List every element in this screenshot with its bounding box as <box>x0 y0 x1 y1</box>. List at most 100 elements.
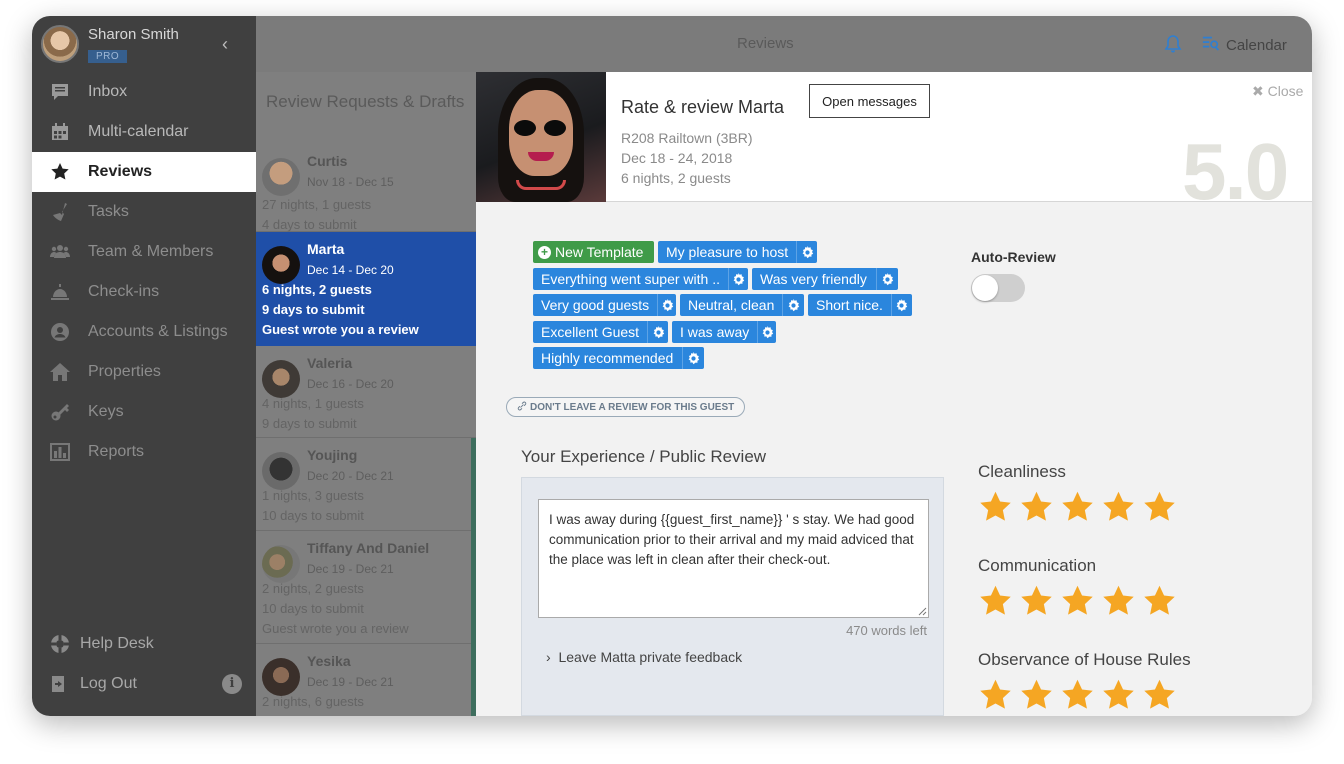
sidebar-item-reviews[interactable]: Reviews <box>32 152 256 192</box>
calendar-label: Calendar <box>1226 36 1287 54</box>
sidebar-item-label: Properties <box>88 363 161 380</box>
gear-icon[interactable] <box>647 321 668 343</box>
sidebar-item-keys[interactable]: Keys <box>32 392 256 432</box>
list-item[interactable]: Valeria Dec 16 - Dec 20 4 nights, 1 gues… <box>256 346 476 438</box>
sidebar-item-check-ins[interactable]: Check-ins <box>32 272 256 312</box>
gear-icon[interactable] <box>757 321 776 343</box>
gear-icon[interactable] <box>890 294 912 316</box>
gear-icon[interactable] <box>876 268 898 290</box>
star-icon[interactable] <box>978 490 1013 525</box>
stay-dates: Dec 19 - Dec 21 <box>307 562 394 576</box>
sidebar: Sharon Smith PRO ‹ Inbox Multi-calendar … <box>32 16 256 716</box>
new-template-button[interactable]: + New Template <box>533 241 654 263</box>
guest-name: Yesika <box>307 653 351 669</box>
template-tag[interactable]: Excellent Guest <box>533 321 668 343</box>
plus-circle-icon: + <box>538 245 551 259</box>
list-item[interactable]: Youjing Dec 20 - Dec 21 1 nights, 3 gues… <box>256 438 476 531</box>
star-icon[interactable] <box>1142 584 1177 619</box>
list-item[interactable]: Yesika Dec 19 - Dec 21 2 nights, 6 guest… <box>256 644 476 716</box>
calendar-link[interactable]: Calendar <box>1202 34 1287 56</box>
sidebar-item-team-members[interactable]: Team & Members <box>32 232 256 272</box>
list-item[interactable]: Curtis Nov 18 - Dec 15 27 nights, 1 gues… <box>256 144 476 232</box>
bar-chart-icon <box>32 442 88 462</box>
sidebar-item-label: Accounts & Listings <box>88 323 228 340</box>
gear-icon[interactable] <box>782 294 804 316</box>
sidebar-item-properties[interactable]: Properties <box>32 352 256 392</box>
user-profile[interactable]: Sharon Smith PRO ‹ <box>32 16 256 72</box>
star-rating[interactable] <box>978 678 1191 713</box>
help-desk-link[interactable]: Help Desk <box>32 624 256 664</box>
template-tag[interactable]: I was away <box>672 321 776 343</box>
sidebar-item-label: Check-ins <box>88 283 160 300</box>
template-tag[interactable]: Short nice. <box>808 294 912 316</box>
close-button[interactable]: ✖ Close <box>1252 83 1303 100</box>
star-icon[interactable] <box>1142 490 1177 525</box>
star-icon[interactable] <box>1060 584 1095 619</box>
star-icon[interactable] <box>978 678 1013 713</box>
private-feedback-label: Leave Matta private feedback <box>558 649 743 665</box>
calendar-icon <box>32 122 88 142</box>
stay-dates: Dec 18 - 24, 2018 <box>621 150 733 166</box>
template-label: Neutral, clean <box>688 297 775 313</box>
private-feedback-toggle[interactable]: › Leave Matta private feedback <box>546 649 742 665</box>
star-rating[interactable] <box>978 490 1177 525</box>
star-icon[interactable] <box>1101 490 1136 525</box>
dont-leave-review-button[interactable]: DON'T LEAVE A REVIEW FOR THIS GUEST <box>506 397 746 417</box>
template-tag[interactable]: Was very friendly <box>752 268 898 290</box>
list-item[interactable]: Tiffany And Daniel Dec 19 - Dec 21 2 nig… <box>256 531 476 644</box>
gear-icon[interactable] <box>682 347 704 369</box>
sidebar-item-tasks[interactable]: Tasks <box>32 192 256 232</box>
sidebar-item-inbox[interactable]: Inbox <box>32 72 256 112</box>
gear-icon[interactable] <box>796 241 817 263</box>
chevron-right-icon: › <box>546 649 551 665</box>
template-tag[interactable]: Very good guests <box>533 294 676 316</box>
gear-icon[interactable] <box>727 268 748 290</box>
open-messages-button[interactable]: Open messages <box>809 84 930 118</box>
star-icon[interactable] <box>1019 678 1054 713</box>
template-tag[interactable]: My pleasure to host <box>658 241 817 263</box>
gear-icon[interactable] <box>657 294 676 316</box>
star-icon[interactable] <box>1060 678 1095 713</box>
star-icon[interactable] <box>1019 584 1054 619</box>
star-icon[interactable] <box>1142 678 1177 713</box>
avatar <box>262 452 300 490</box>
resize-handle-icon[interactable] <box>918 607 927 616</box>
star-icon[interactable] <box>1019 490 1054 525</box>
days-to-submit: 4 days to submit <box>262 217 357 232</box>
star-icon[interactable] <box>1101 678 1136 713</box>
sidebar-item-reports[interactable]: Reports <box>32 432 256 472</box>
auto-review-toggle[interactable] <box>971 274 1025 302</box>
sidebar-item-accounts-listings[interactable]: Accounts & Listings <box>32 312 256 352</box>
info-icon[interactable]: i <box>222 674 242 694</box>
link-icon <box>517 401 527 414</box>
star-rating[interactable] <box>978 584 1177 619</box>
sidebar-item-multi-calendar[interactable]: Multi-calendar <box>32 112 256 152</box>
bell-hop-icon <box>32 282 88 302</box>
log-out-link[interactable]: Log Out i <box>32 664 256 704</box>
app-window: Sharon Smith PRO ‹ Inbox Multi-calendar … <box>32 16 1312 716</box>
stay-dates: Dec 16 - Dec 20 <box>307 377 394 391</box>
broom-icon <box>32 202 88 222</box>
stay-dates: Nov 18 - Dec 15 <box>307 175 394 189</box>
guest-header: Rate & review Marta Open messages R208 R… <box>476 72 1312 212</box>
star-icon[interactable] <box>1060 490 1095 525</box>
public-review-textarea[interactable]: I was away during {{guest_first_name}} '… <box>538 499 929 618</box>
list-item-selected[interactable]: Marta Dec 14 - Dec 20 6 nights, 2 guests… <box>256 232 476 346</box>
template-tag[interactable]: Everything went super with .. <box>533 268 748 290</box>
star-icon[interactable] <box>1101 584 1136 619</box>
key-icon <box>32 402 88 422</box>
guest-name: Curtis <box>307 153 348 169</box>
template-tag[interactable]: Highly recommended <box>533 347 704 369</box>
user-name: Sharon Smith <box>88 26 179 43</box>
star-icon[interactable] <box>978 584 1013 619</box>
collapse-sidebar-icon[interactable]: ‹ <box>222 34 228 55</box>
template-tag[interactable]: Neutral, clean <box>680 294 804 316</box>
close-icon: ✖ <box>1252 83 1264 99</box>
stay-dates: Dec 14 - Dec 20 <box>307 263 394 277</box>
notification-bell-icon[interactable] <box>1163 34 1183 59</box>
avatar <box>41 25 79 63</box>
template-label: Excellent Guest <box>541 324 640 340</box>
rating-label: Observance of House Rules <box>978 650 1191 669</box>
dont-leave-label: DON'T LEAVE A REVIEW FOR THIS GUEST <box>530 401 735 413</box>
guest-photo <box>476 72 606 202</box>
